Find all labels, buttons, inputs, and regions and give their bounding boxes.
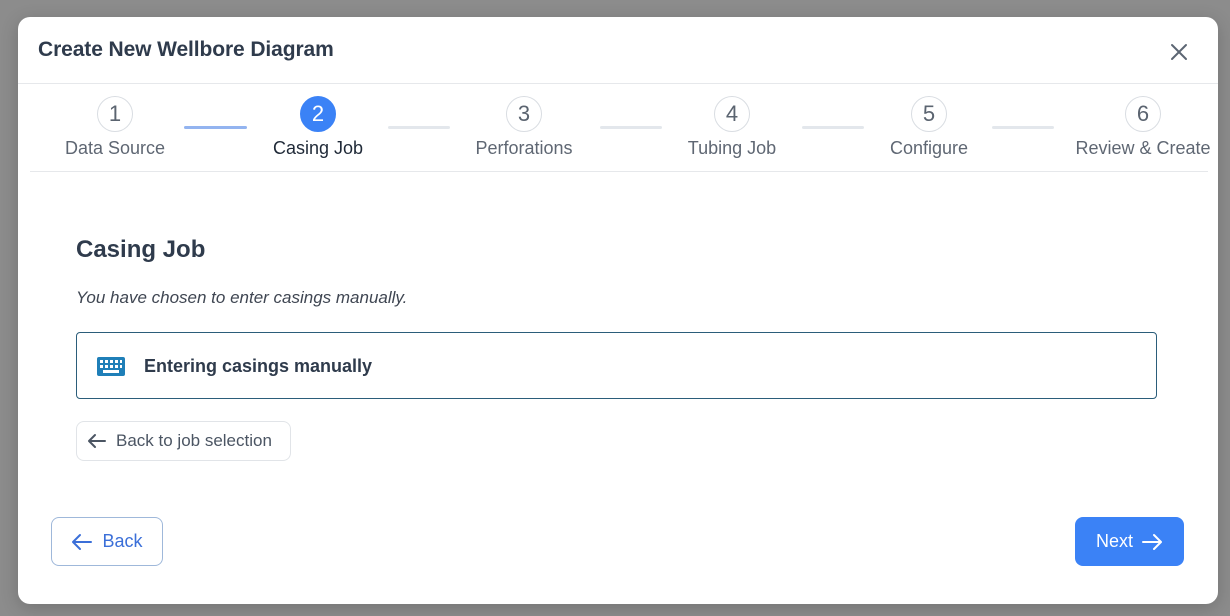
step-tubing-job[interactable]: 4 Tubing Job xyxy=(681,96,783,159)
stepper: 1 Data Source 2 Casing Job 3 Perforation… xyxy=(30,84,1211,172)
step-connector-4 xyxy=(802,126,864,129)
arrow-right-icon xyxy=(1141,533,1163,551)
step-number: 1 xyxy=(97,96,133,132)
next-button-label: Next xyxy=(1095,531,1133,551)
create-wellbore-dialog: Create New Wellbore Diagram 1 Data Sourc… xyxy=(18,17,1218,604)
step-number: 4 xyxy=(714,96,750,132)
step-number: 3 xyxy=(506,96,542,132)
step-connector-2 xyxy=(388,126,450,129)
manual-entry-card: Entering casings manually xyxy=(76,332,1157,399)
back-to-job-selection-button[interactable]: Back to job selection xyxy=(76,421,291,461)
close-button[interactable] xyxy=(1164,37,1194,67)
arrow-left-icon xyxy=(71,533,93,551)
step-review-create[interactable]: 6 Review & Create xyxy=(1073,96,1213,159)
dialog-header: Create New Wellbore Diagram xyxy=(18,17,1218,84)
step-number: 2 xyxy=(300,96,336,132)
section-title: Casing Job xyxy=(76,236,206,263)
step-connector-1 xyxy=(184,126,247,129)
back-button-label: Back xyxy=(102,531,143,551)
step-data-source[interactable]: 1 Data Source xyxy=(59,96,171,159)
manual-entry-label: Entering casings manually xyxy=(144,356,373,376)
step-perforations[interactable]: 3 Perforations xyxy=(468,96,580,159)
back-to-job-selection-label: Back to job selection xyxy=(116,431,272,450)
step-configure[interactable]: 5 Configure xyxy=(883,96,975,159)
section-subtitle: You have chosen to enter casings manuall… xyxy=(76,288,408,307)
step-number: 5 xyxy=(911,96,947,132)
dialog-title: Create New Wellbore Diagram xyxy=(38,38,334,61)
keyboard-icon xyxy=(97,357,125,381)
step-casing-job[interactable]: 2 Casing Job xyxy=(263,96,373,159)
step-label: Configure xyxy=(889,138,969,158)
step-label: Casing Job xyxy=(272,138,364,158)
step-label: Review & Create xyxy=(1075,138,1211,158)
step-label: Perforations xyxy=(475,138,573,158)
next-button[interactable]: Next xyxy=(1075,517,1184,566)
close-icon xyxy=(1171,44,1187,60)
arrow-left-icon xyxy=(87,433,107,449)
back-button[interactable]: Back xyxy=(51,517,163,566)
step-connector-5 xyxy=(992,126,1054,129)
step-label: Data Source xyxy=(64,138,166,158)
step-number: 6 xyxy=(1125,96,1161,132)
step-label: Tubing Job xyxy=(687,138,777,158)
step-connector-3 xyxy=(600,126,662,129)
